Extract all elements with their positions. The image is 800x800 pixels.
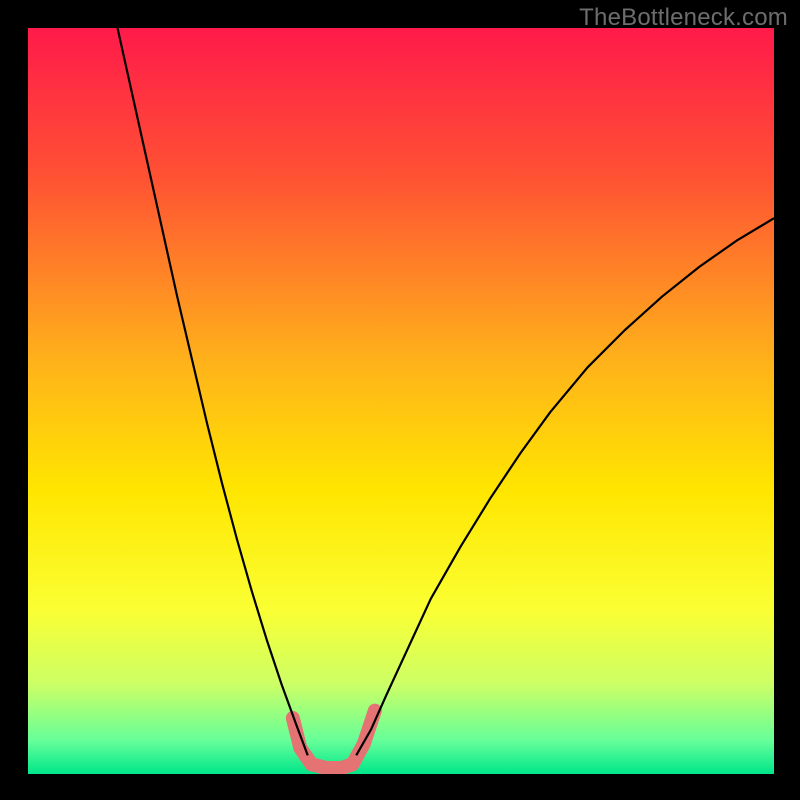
chart-frame: TheBottleneck.com <box>0 0 800 800</box>
plot-area <box>28 28 774 774</box>
bottleneck-chart <box>28 28 774 774</box>
watermark-text: TheBottleneck.com <box>579 4 788 32</box>
